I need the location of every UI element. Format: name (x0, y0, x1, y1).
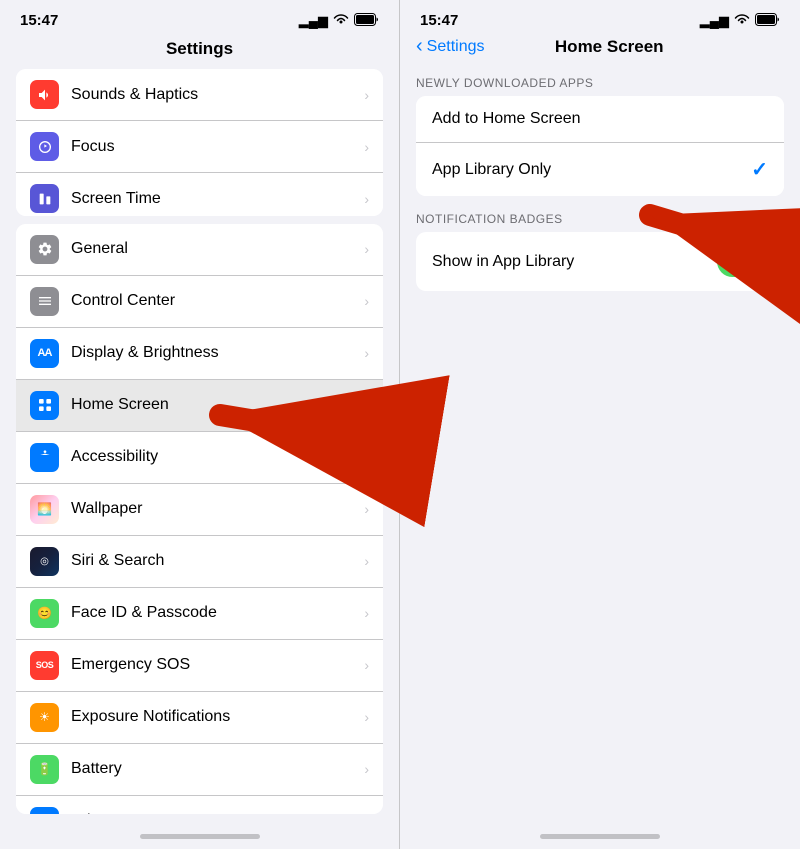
sidebar-item-control[interactable]: Control Center › (16, 276, 383, 328)
homescreen-chevron: › (364, 397, 369, 413)
left-bottom-bar (0, 822, 399, 849)
page-title: Home Screen (484, 37, 734, 57)
section-header-newly: NEWLY DOWNLOADED APPS (400, 68, 800, 96)
show-app-library-toggle[interactable] (717, 246, 768, 277)
right-panel: 15:47 ▂▄▆ ‹ Settings Home Screen NEWLY D… (400, 0, 800, 849)
homescreen-label: Home Screen (71, 396, 364, 414)
back-button[interactable]: ‹ Settings (416, 35, 484, 58)
right-wifi-icon (734, 13, 750, 28)
screentime-icon (30, 184, 59, 213)
sos-label: Emergency SOS (71, 656, 364, 674)
display-icon: AA (30, 339, 59, 368)
sidebar-item-homescreen[interactable]: Home Screen › (16, 380, 383, 432)
sidebar-item-battery[interactable]: 🔋 Battery › (16, 744, 383, 796)
right-status-icons: ▂▄▆ (700, 13, 780, 29)
notification-badges-group: Show in App Library (416, 232, 784, 291)
accessibility-chevron: › (364, 449, 369, 465)
back-chevron-icon: ‹ (416, 35, 423, 58)
general-label: General (71, 240, 364, 258)
privacy-chevron: › (364, 813, 369, 814)
wallpaper-label: Wallpaper (71, 500, 364, 518)
section-header-badges: NOTIFICATION BADGES (400, 204, 800, 232)
privacy-label: Privacy (71, 812, 364, 814)
battery-chevron: › (364, 761, 369, 777)
sidebar-item-sos[interactable]: SOS Emergency SOS › (16, 640, 383, 692)
settings-group-main: General › Control Center › AA Display & … (16, 224, 383, 814)
sidebar-item-faceid[interactable]: 😊 Face ID & Passcode › (16, 588, 383, 640)
screentime-label: Screen Time (71, 190, 364, 208)
sidebar-item-general[interactable]: General › (16, 224, 383, 276)
settings-group-top: Sounds & Haptics › Focus › Screen Time › (16, 69, 383, 216)
general-icon (30, 235, 59, 264)
app-library-checkmark: ✓ (751, 157, 768, 182)
add-home-label: Add to Home Screen (432, 110, 768, 128)
focus-icon (30, 132, 59, 161)
sidebar-item-sounds[interactable]: Sounds & Haptics › (16, 69, 383, 121)
accessibility-label: Accessibility (71, 448, 364, 466)
sidebar-item-exposure[interactable]: ☀ Exposure Notifications › (16, 692, 383, 744)
left-home-indicator (140, 834, 260, 839)
accessibility-icon (30, 443, 59, 472)
wallpaper-icon: 🌅 (30, 495, 59, 524)
newly-downloaded-group: Add to Home Screen App Library Only ✓ (416, 96, 784, 196)
focus-chevron: › (364, 139, 369, 155)
homescreen-icon (30, 391, 59, 420)
display-label: Display & Brightness (71, 344, 364, 362)
settings-title: Settings (0, 35, 399, 69)
show-in-app-library-item[interactable]: Show in App Library (416, 232, 784, 291)
screentime-chevron: › (364, 191, 369, 207)
faceid-icon: 😊 (30, 599, 59, 628)
sos-icon: SOS (30, 651, 59, 680)
left-status-icons: ▂▄▆ (299, 13, 379, 29)
battery-icon: 🔋 (30, 755, 59, 784)
battery-status-icon (354, 13, 379, 29)
left-time: 15:47 (20, 12, 58, 29)
sidebar-item-siri[interactable]: ◎ Siri & Search › (16, 536, 383, 588)
right-status-bar: 15:47 ▂▄▆ (400, 0, 800, 35)
add-to-home-screen-item[interactable]: Add to Home Screen (416, 96, 784, 143)
exposure-icon: ☀ (30, 703, 59, 732)
privacy-icon (30, 807, 59, 814)
right-battery-icon (755, 13, 780, 29)
right-time: 15:47 (420, 12, 458, 29)
right-home-indicator (540, 834, 660, 839)
signal-icon: ▂▄▆ (299, 13, 328, 29)
control-chevron: › (364, 293, 369, 309)
left-panel: 15:47 ▂▄▆ Settings Sounds & Haptics › Fo… (0, 0, 400, 849)
focus-label: Focus (71, 138, 364, 156)
app-library-only-item[interactable]: App Library Only ✓ (416, 143, 784, 196)
battery-label: Battery (71, 760, 364, 778)
control-label: Control Center (71, 292, 364, 310)
control-icon (30, 287, 59, 316)
sounds-label: Sounds & Haptics (71, 86, 364, 104)
app-library-label: App Library Only (432, 161, 751, 179)
toggle-knob (739, 248, 766, 275)
exposure-label: Exposure Notifications (71, 708, 364, 726)
siri-label: Siri & Search (71, 552, 364, 570)
wifi-icon (333, 13, 349, 28)
sos-chevron: › (364, 657, 369, 673)
siri-icon: ◎ (30, 547, 59, 576)
exposure-chevron: › (364, 709, 369, 725)
wallpaper-chevron: › (364, 501, 369, 517)
back-label: Settings (427, 38, 485, 56)
sidebar-item-display[interactable]: AA Display & Brightness › (16, 328, 383, 380)
display-chevron: › (364, 345, 369, 361)
right-signal-icon: ▂▄▆ (700, 13, 729, 29)
right-nav: ‹ Settings Home Screen (400, 35, 800, 68)
sounds-icon (30, 80, 59, 109)
show-app-library-label: Show in App Library (432, 253, 717, 271)
left-status-bar: 15:47 ▂▄▆ (0, 0, 399, 35)
siri-chevron: › (364, 553, 369, 569)
faceid-chevron: › (364, 605, 369, 621)
sidebar-item-wallpaper[interactable]: 🌅 Wallpaper › (16, 484, 383, 536)
sidebar-item-accessibility[interactable]: Accessibility › (16, 432, 383, 484)
sidebar-item-screentime[interactable]: Screen Time › (16, 173, 383, 216)
faceid-label: Face ID & Passcode (71, 604, 364, 622)
right-bottom-bar (400, 822, 800, 849)
sidebar-item-focus[interactable]: Focus › (16, 121, 383, 173)
sidebar-item-privacy[interactable]: Privacy › (16, 796, 383, 814)
sounds-chevron: › (364, 87, 369, 103)
general-chevron: › (364, 241, 369, 257)
